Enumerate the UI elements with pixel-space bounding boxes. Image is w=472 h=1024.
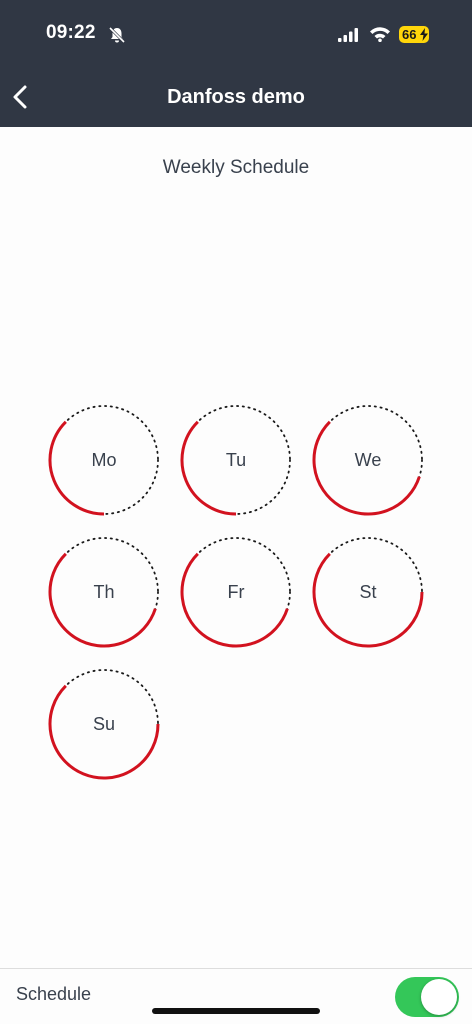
- day-label: We: [354, 450, 382, 470]
- day-dial-sunday[interactable]: Su: [44, 664, 164, 784]
- bell-muted-icon: [108, 26, 126, 49]
- status-time: 09:22: [46, 22, 96, 43]
- app-header: 09:22 66 Danfoss demo: [0, 0, 472, 127]
- footer-divider: [0, 968, 472, 969]
- battery-level: 66: [402, 27, 417, 42]
- day-dial-friday[interactable]: Fr: [176, 532, 296, 652]
- day-label: Fr: [227, 582, 245, 602]
- day-dial-tuesday[interactable]: Tu: [176, 400, 296, 520]
- battery-indicator: 66: [399, 26, 429, 43]
- day-dial-monday[interactable]: Mo: [44, 400, 164, 520]
- day-label: St: [359, 582, 377, 602]
- day-label: Tu: [225, 450, 247, 470]
- day-dial-wednesday[interactable]: We: [308, 400, 428, 520]
- day-label: Mo: [91, 450, 117, 470]
- day-label: Su: [92, 714, 116, 734]
- day-dial-thursday[interactable]: Th: [44, 532, 164, 652]
- nav-title: Danfoss demo: [167, 86, 305, 108]
- day-label: Th: [93, 582, 115, 602]
- day-dial-saturday[interactable]: St: [308, 532, 428, 652]
- charging-bolt-icon: [420, 28, 428, 45]
- cellular-signal-icon: [338, 28, 360, 47]
- schedule-toggle[interactable]: [395, 977, 459, 1017]
- home-indicator: [152, 1008, 320, 1014]
- page-title: Weekly Schedule: [162, 157, 310, 178]
- wifi-icon: [369, 26, 391, 47]
- schedule-label: Schedule: [16, 984, 92, 1004]
- toggle-knob: [421, 979, 457, 1015]
